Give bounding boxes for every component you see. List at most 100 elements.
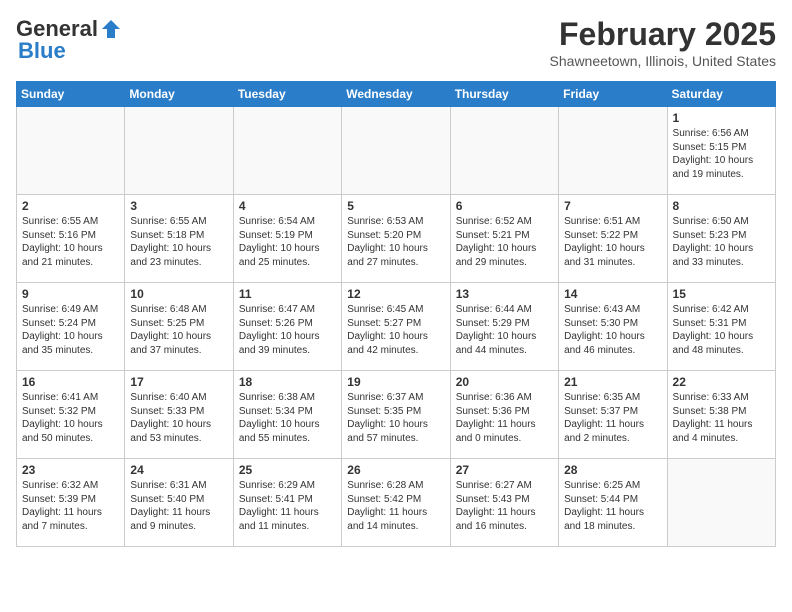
calendar-day-cell (342, 107, 450, 195)
calendar-day-cell: 3Sunrise: 6:55 AM Sunset: 5:18 PM Daylig… (125, 195, 233, 283)
calendar-day-cell: 5 Sunrise: 6:53 AM Sunset: 5:20 PM Daylig… (342, 195, 450, 283)
day-info: Sunrise: 6:52 AM Sunset: 5:21 PM Dayligh… (456, 215, 553, 269)
day-number: 4 (239, 199, 336, 213)
title-block: February 2025 Shawneetown, Illinois, Uni… (550, 16, 776, 69)
day-info: Sunrise: 6:37 AM Sunset: 5:35 PM Dayligh… (347, 391, 444, 445)
calendar-day-cell (17, 107, 125, 195)
calendar-week-row: 1 Sunrise: 6:56 AM Sunset: 5:15 PM Daylig… (17, 107, 776, 195)
day-number: 23 (22, 463, 119, 477)
calendar-day-cell: 26 Sunrise: 6:28 AM Sunset: 5:42 PM Dayli… (342, 459, 450, 547)
day-info: Sunrise: 6:54 AM Sunset: 5:19 PM Dayligh… (239, 215, 336, 269)
day-info: Sunrise: 6:38 AM Sunset: 5:34 PM Dayligh… (239, 391, 336, 445)
day-info: Sunrise: 6:50 AM Sunset: 5:23 PM Dayligh… (673, 215, 770, 269)
day-info: Sunrise: 6:27 AM Sunset: 5:43 PM Dayligh… (456, 479, 553, 533)
day-info: Sunrise: 6:36 AM Sunset: 5:36 PM Dayligh… (456, 391, 553, 445)
day-of-week-header: Monday (125, 82, 233, 107)
day-number: 17 (130, 375, 227, 389)
day-number: 22 (673, 375, 770, 389)
calendar-day-cell: 25Sunrise: 6:29 AM Sunset: 5:41 PM Dayli… (233, 459, 341, 547)
day-info: Sunrise: 6:32 AM Sunset: 5:39 PM Dayligh… (22, 479, 119, 533)
day-info: Sunrise: 6:45 AM Sunset: 5:27 PM Dayligh… (347, 303, 444, 357)
calendar-day-cell (125, 107, 233, 195)
calendar-day-cell (450, 107, 558, 195)
day-number: 25 (239, 463, 336, 477)
day-number: 7 (564, 199, 661, 213)
calendar-day-cell: 21 Sunrise: 6:35 AM Sunset: 5:37 PM Dayli… (559, 371, 667, 459)
logo-icon (100, 18, 122, 40)
logo-blue-text: Blue (18, 38, 66, 64)
day-info: Sunrise: 6:41 AM Sunset: 5:32 PM Dayligh… (22, 391, 119, 445)
day-number: 28 (564, 463, 661, 477)
calendar-day-cell: 9 Sunrise: 6:49 AM Sunset: 5:24 PM Daylig… (17, 283, 125, 371)
calendar-day-cell: 6 Sunrise: 6:52 AM Sunset: 5:21 PM Daylig… (450, 195, 558, 283)
day-number: 2 (22, 199, 119, 213)
day-info: Sunrise: 6:44 AM Sunset: 5:29 PM Dayligh… (456, 303, 553, 357)
calendar-day-cell: 1 Sunrise: 6:56 AM Sunset: 5:15 PM Daylig… (667, 107, 775, 195)
calendar-day-cell: 18 Sunrise: 6:38 AM Sunset: 5:34 PM Dayli… (233, 371, 341, 459)
day-info: Sunrise: 6:48 AM Sunset: 5:25 PM Dayligh… (130, 303, 227, 357)
day-number: 18 (239, 375, 336, 389)
calendar-day-cell: 17 Sunrise: 6:40 AM Sunset: 5:33 PM Dayli… (125, 371, 233, 459)
page-header: General Blue February 2025 Shawneetown, … (16, 16, 776, 69)
calendar-day-cell: 13 Sunrise: 6:44 AM Sunset: 5:29 PM Dayli… (450, 283, 558, 371)
day-info: Sunrise: 6:55 AM Sunset: 5:16 PM Dayligh… (22, 215, 119, 269)
day-number: 14 (564, 287, 661, 301)
day-info: Sunrise: 6:33 AM Sunset: 5:38 PM Dayligh… (673, 391, 770, 445)
day-info: Sunrise: 6:28 AM Sunset: 5:42 PM Dayligh… (347, 479, 444, 533)
calendar-day-cell: 15Sunrise: 6:42 AM Sunset: 5:31 PM Dayli… (667, 283, 775, 371)
day-of-week-header: Friday (559, 82, 667, 107)
day-info: Sunrise: 6:47 AM Sunset: 5:26 PM Dayligh… (239, 303, 336, 357)
calendar-day-cell: 16 Sunrise: 6:41 AM Sunset: 5:32 PM Dayli… (17, 371, 125, 459)
calendar-header-row: SundayMondayTuesdayWednesdayThursdayFrid… (17, 82, 776, 107)
day-number: 26 (347, 463, 444, 477)
day-of-week-header: Thursday (450, 82, 558, 107)
calendar-day-cell: 27 Sunrise: 6:27 AM Sunset: 5:43 PM Dayli… (450, 459, 558, 547)
day-of-week-header: Tuesday (233, 82, 341, 107)
calendar-day-cell: 22 Sunrise: 6:33 AM Sunset: 5:38 PM Dayli… (667, 371, 775, 459)
month-title: February 2025 (550, 16, 776, 53)
day-number: 27 (456, 463, 553, 477)
calendar-day-cell (667, 459, 775, 547)
day-info: Sunrise: 6:49 AM Sunset: 5:24 PM Dayligh… (22, 303, 119, 357)
day-info: Sunrise: 6:35 AM Sunset: 5:37 PM Dayligh… (564, 391, 661, 445)
calendar-day-cell: 10 Sunrise: 6:48 AM Sunset: 5:25 PM Dayli… (125, 283, 233, 371)
day-number: 20 (456, 375, 553, 389)
day-info: Sunrise: 6:51 AM Sunset: 5:22 PM Dayligh… (564, 215, 661, 269)
day-number: 19 (347, 375, 444, 389)
day-number: 10 (130, 287, 227, 301)
day-number: 1 (673, 111, 770, 125)
day-info: Sunrise: 6:42 AM Sunset: 5:31 PM Dayligh… (673, 303, 770, 357)
calendar-week-row: 9 Sunrise: 6:49 AM Sunset: 5:24 PM Daylig… (17, 283, 776, 371)
logo: General Blue (16, 16, 122, 64)
day-number: 9 (22, 287, 119, 301)
day-info: Sunrise: 6:25 AM Sunset: 5:44 PM Dayligh… (564, 479, 661, 533)
day-number: 16 (22, 375, 119, 389)
day-info: Sunrise: 6:53 AM Sunset: 5:20 PM Dayligh… (347, 215, 444, 269)
calendar-day-cell: 23 Sunrise: 6:32 AM Sunset: 5:39 PM Dayli… (17, 459, 125, 547)
day-number: 12 (347, 287, 444, 301)
calendar-day-cell (233, 107, 341, 195)
day-number: 8 (673, 199, 770, 213)
calendar-week-row: 2 Sunrise: 6:55 AM Sunset: 5:16 PM Daylig… (17, 195, 776, 283)
calendar-day-cell: 28 Sunrise: 6:25 AM Sunset: 5:44 PM Dayli… (559, 459, 667, 547)
day-info: Sunrise: 6:31 AM Sunset: 5:40 PM Dayligh… (130, 479, 227, 533)
location-text: Shawneetown, Illinois, United States (550, 53, 776, 69)
day-number: 24 (130, 463, 227, 477)
calendar-week-row: 16 Sunrise: 6:41 AM Sunset: 5:32 PM Dayli… (17, 371, 776, 459)
calendar-table: SundayMondayTuesdayWednesdayThursdayFrid… (16, 81, 776, 547)
day-info: Sunrise: 6:56 AM Sunset: 5:15 PM Dayligh… (673, 127, 770, 181)
day-of-week-header: Saturday (667, 82, 775, 107)
day-number: 21 (564, 375, 661, 389)
day-info: Sunrise: 6:40 AM Sunset: 5:33 PM Dayligh… (130, 391, 227, 445)
calendar-day-cell: 8 Sunrise: 6:50 AM Sunset: 5:23 PM Daylig… (667, 195, 775, 283)
calendar-day-cell (559, 107, 667, 195)
day-number: 5 (347, 199, 444, 213)
day-info: Sunrise: 6:55 AM Sunset: 5:18 PM Dayligh… (130, 215, 227, 269)
calendar-day-cell: 11Sunrise: 6:47 AM Sunset: 5:26 PM Dayli… (233, 283, 341, 371)
day-info: Sunrise: 6:43 AM Sunset: 5:30 PM Dayligh… (564, 303, 661, 357)
calendar-day-cell: 2 Sunrise: 6:55 AM Sunset: 5:16 PM Daylig… (17, 195, 125, 283)
day-of-week-header: Wednesday (342, 82, 450, 107)
calendar-day-cell: 24 Sunrise: 6:31 AM Sunset: 5:40 PM Dayli… (125, 459, 233, 547)
day-number: 13 (456, 287, 553, 301)
day-number: 6 (456, 199, 553, 213)
